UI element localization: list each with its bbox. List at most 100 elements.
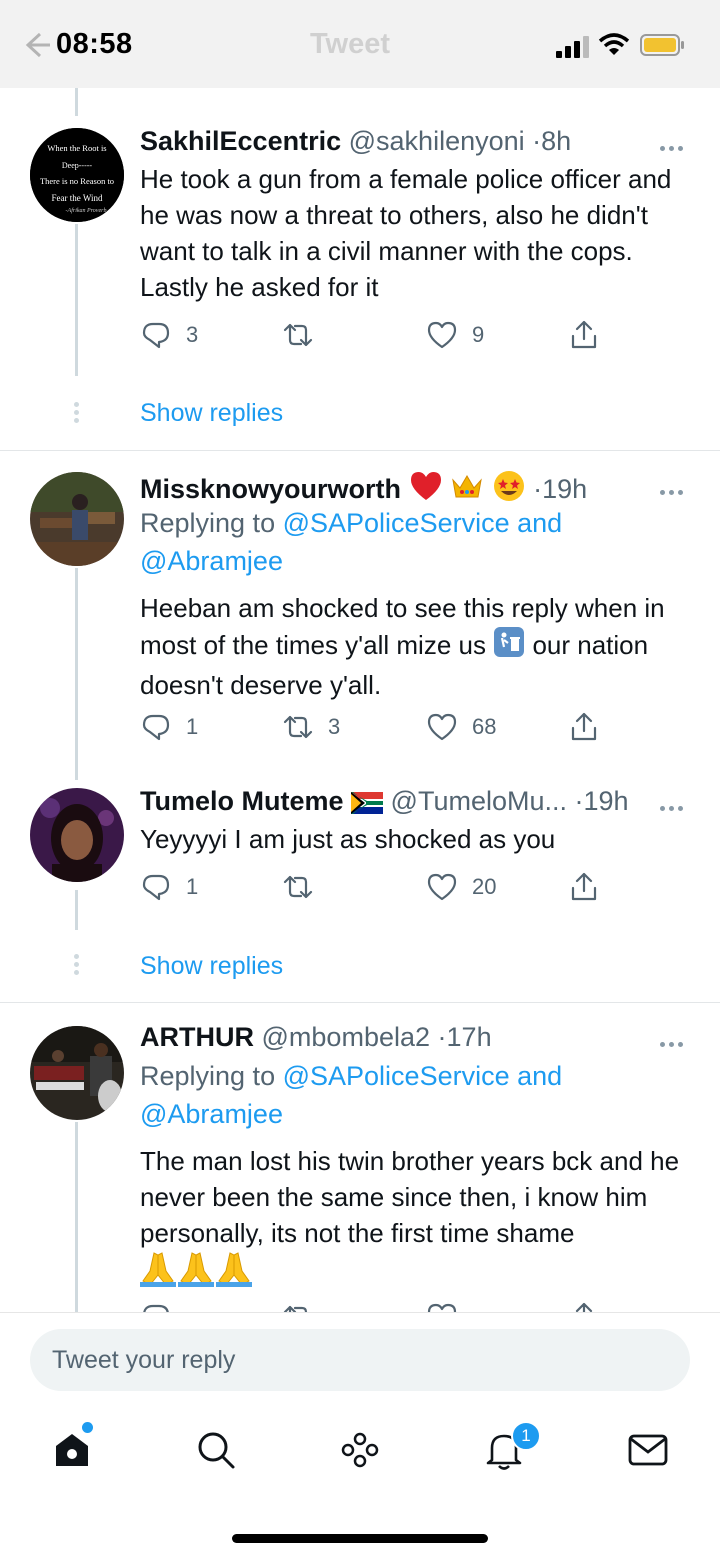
thread-line — [75, 224, 78, 376]
separator-dot: · — [574, 786, 584, 816]
like-button[interactable] — [426, 1300, 458, 1312]
mention-link[interactable]: @Abramjee — [140, 1099, 283, 1129]
replying-to: Replying to @SAPoliceService and @Abramj… — [140, 1057, 700, 1133]
reply-icon — [142, 874, 170, 901]
thread-line — [75, 1122, 78, 1312]
avatar[interactable] — [30, 472, 124, 566]
author-handle[interactable]: @sakhilenyoni — [349, 126, 525, 156]
thread-gap-dots — [74, 402, 79, 426]
reply-input[interactable] — [30, 1329, 690, 1391]
heart-icon — [427, 713, 457, 741]
retweet-button[interactable]: 3 — [282, 710, 340, 744]
share-button[interactable] — [568, 318, 600, 352]
new-content-dot — [82, 1422, 93, 1433]
like-count: 20 — [472, 874, 497, 899]
more-options-icon[interactable] — [660, 798, 690, 811]
tweet-time[interactable]: 19h — [542, 474, 587, 504]
retweet-button[interactable] — [282, 870, 328, 904]
search-icon[interactable] — [194, 1428, 238, 1472]
reply-count: 3 — [186, 322, 199, 347]
tweet-time[interactable]: 17h — [447, 1022, 492, 1052]
tweet-text: Heeban am shocked to see this reply when… — [140, 590, 700, 703]
like-count: 68 — [472, 714, 497, 739]
mention-link[interactable]: @SAPoliceService and — [283, 1061, 563, 1091]
reply-button[interactable]: 3 — [140, 318, 198, 352]
reply-button[interactable]: 1 — [140, 870, 198, 904]
separator-dot: · — [437, 1022, 447, 1052]
divider — [0, 1002, 720, 1003]
home-icon[interactable] — [50, 1428, 94, 1472]
reply-button[interactable]: 1 — [140, 710, 198, 744]
svg-text:-Afrikan Proverb: -Afrikan Proverb — [66, 207, 107, 214]
more-options-icon[interactable] — [660, 482, 690, 495]
author-handle[interactable]: @TumeloMu... — [391, 786, 567, 816]
notifications-badge: 1 — [511, 1421, 541, 1451]
cellular-signal-icon — [556, 36, 589, 58]
heart-icon — [427, 1303, 457, 1312]
back-arrow-icon[interactable] — [22, 30, 52, 60]
more-options-icon[interactable] — [660, 138, 690, 151]
mention-link[interactable]: @Abramjee — [140, 546, 283, 576]
bottom-tab-bar: 1 — [0, 1408, 720, 1558]
like-button[interactable]: 9 — [426, 318, 484, 352]
tweet-header: ARTHUR @mbombela2 ·17h — [140, 1022, 492, 1053]
divider — [0, 450, 720, 451]
avatar-image: When the Root is Deep----- There is no R… — [30, 128, 124, 222]
spaces-icon[interactable] — [338, 1428, 382, 1472]
home-indicator — [232, 1534, 488, 1543]
share-icon — [571, 320, 597, 349]
separator-dot: · — [533, 474, 543, 504]
thread-line — [75, 568, 78, 780]
tweet-time[interactable]: 8h — [541, 126, 571, 156]
show-replies-link[interactable]: Show replies — [140, 399, 283, 428]
author-handle[interactable]: @mbombela2 — [262, 1022, 431, 1052]
thread-line — [75, 890, 78, 930]
like-button[interactable]: 20 — [426, 870, 496, 904]
retweet-button[interactable] — [282, 1300, 314, 1312]
reply-count: 1 — [186, 874, 199, 899]
thread-gap-dots — [74, 954, 79, 978]
author-name[interactable]: Missknowyourworth — [140, 474, 401, 504]
retweet-icon — [283, 323, 313, 347]
replying-prefix: Replying to — [140, 508, 276, 538]
like-button[interactable]: 68 — [426, 710, 496, 744]
reply-icon — [142, 714, 170, 741]
share-button[interactable] — [568, 870, 600, 904]
show-replies-link[interactable]: Show replies — [140, 952, 283, 981]
conversation-thread: When the Root is Deep----- There is no R… — [0, 88, 720, 1312]
avatar-image — [30, 788, 124, 882]
tweet-actions: 1 3 68 — [140, 710, 620, 744]
replying-prefix: Replying to — [140, 1061, 276, 1091]
author-name[interactable]: ARTHUR — [140, 1022, 254, 1052]
share-button[interactable] — [568, 1300, 600, 1312]
svg-text:There is no Reason to: There is no Reason to — [40, 176, 114, 186]
heart-icon — [427, 321, 457, 349]
share-button[interactable] — [568, 710, 600, 744]
author-name[interactable]: Tumelo Muteme — [140, 786, 344, 816]
avatar[interactable] — [30, 788, 124, 882]
tweet-time[interactable]: 19h — [584, 786, 629, 816]
share-icon — [571, 872, 597, 901]
messages-envelope-icon[interactable] — [626, 1428, 670, 1472]
reply-count: 1 — [186, 714, 199, 739]
separator-dot: · — [532, 126, 542, 156]
retweet-icon — [283, 715, 313, 739]
page-title: Tweet — [310, 28, 391, 60]
reply-icon — [142, 322, 170, 349]
retweet-icon — [283, 875, 313, 899]
reply-button[interactable] — [140, 1300, 172, 1312]
folded-hands-emoji-icon — [140, 1251, 254, 1296]
avatar[interactable]: When the Root is Deep----- There is no R… — [30, 128, 124, 222]
tweet-text: Yeyyyyi I am just as shocked as you — [140, 824, 556, 854]
mention-link[interactable]: @SAPoliceService and — [283, 508, 563, 538]
reply-icon — [143, 1304, 169, 1312]
tweet-actions: 3 9 — [140, 318, 620, 352]
share-icon — [575, 1302, 593, 1312]
author-name[interactable]: SakhilEccentric — [140, 126, 341, 156]
retweet-icon — [283, 1305, 308, 1312]
retweet-button[interactable] — [282, 318, 328, 352]
battery-icon — [640, 34, 684, 56]
heart-icon — [427, 873, 457, 901]
avatar[interactable] — [30, 1026, 124, 1120]
more-options-icon[interactable] — [660, 1034, 690, 1047]
